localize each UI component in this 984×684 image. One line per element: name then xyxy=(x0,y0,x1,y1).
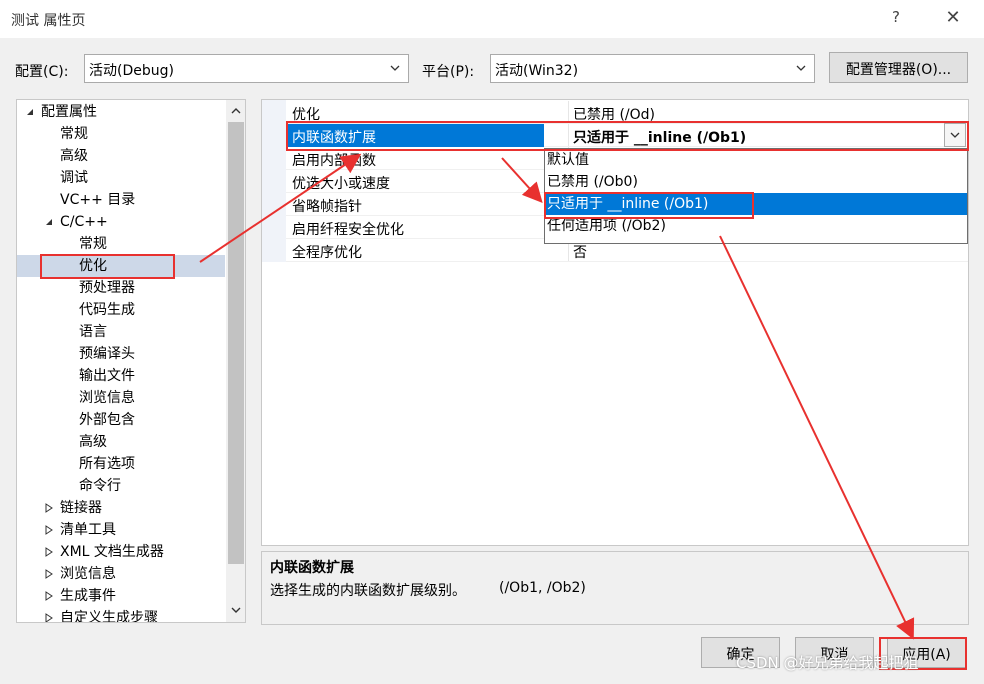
tree-item[interactable]: 浏览信息 xyxy=(17,563,225,585)
property-name: 省略帧指针 xyxy=(292,199,362,215)
tree-scrollbar[interactable] xyxy=(226,100,245,622)
collapsed-triangle-icon[interactable] xyxy=(44,569,54,579)
tree-item[interactable]: 外部包含 xyxy=(17,409,225,431)
tree-item[interactable]: C/C++ xyxy=(17,211,225,233)
tree-item[interactable]: 常规 xyxy=(17,123,225,145)
tree-item-label: VC++ 目录 xyxy=(60,192,136,208)
annotation-box-tree-optimization xyxy=(40,254,175,279)
platform-label: 平台(P): xyxy=(422,64,475,80)
help-button[interactable]: ? xyxy=(886,8,906,30)
platform-select-value: 活动(Win32) xyxy=(495,63,579,79)
chevron-down-icon xyxy=(796,65,806,71)
tree-item[interactable]: 所有选项 xyxy=(17,453,225,475)
annotation-box-inline-row xyxy=(286,121,969,151)
tree-item-label: 配置属性 xyxy=(41,104,97,120)
tree-item-label: 命令行 xyxy=(79,478,121,494)
close-button[interactable]: ✕ xyxy=(940,7,966,31)
property-value[interactable]: 否 xyxy=(573,242,587,262)
dropdown-option[interactable]: 默认值 xyxy=(545,149,967,171)
tree-item[interactable]: 配置属性 xyxy=(17,101,225,123)
collapsed-triangle-icon[interactable] xyxy=(44,547,54,557)
tree-item[interactable]: 代码生成 xyxy=(17,299,225,321)
tree-item[interactable]: 调试 xyxy=(17,167,225,189)
tree-item[interactable]: 链接器 xyxy=(17,497,225,519)
config-manager-button[interactable]: 配置管理器(O)... xyxy=(829,52,968,83)
chevron-down-icon[interactable] xyxy=(231,605,241,615)
description-text: 选择生成的内联函数扩展级别。 xyxy=(270,583,466,599)
config-select-value: 活动(Debug) xyxy=(89,63,174,79)
tree-item-label: 代码生成 xyxy=(79,302,135,318)
tree-item-label: 常规 xyxy=(79,236,107,252)
tree-item-label: 浏览信息 xyxy=(79,390,135,406)
tree-item-label: XML 文档生成器 xyxy=(60,544,164,560)
collapsed-triangle-icon[interactable] xyxy=(44,591,54,601)
config-select[interactable]: 活动(Debug) xyxy=(84,54,409,83)
description-title: 内联函数扩展 xyxy=(270,560,354,576)
tree-item-label: 生成事件 xyxy=(60,588,116,604)
scrollbar-thumb[interactable] xyxy=(228,122,244,564)
tree-item[interactable]: 生成事件 xyxy=(17,585,225,607)
tree-item-label: 外部包含 xyxy=(79,412,135,428)
tree-item[interactable]: VC++ 目录 xyxy=(17,189,225,211)
collapsed-triangle-icon[interactable] xyxy=(44,503,54,513)
tree-item[interactable]: 高级 xyxy=(17,431,225,453)
config-manager-label: 配置管理器(O)... xyxy=(845,62,952,78)
tree-item[interactable]: 输出文件 xyxy=(17,365,225,387)
tree-item-label: 高级 xyxy=(60,148,88,164)
annotation-box-ob1-option xyxy=(544,192,754,219)
chevron-down-icon xyxy=(390,65,400,71)
description-switches: (/Ob1, /Ob2) xyxy=(499,580,586,596)
tree-item-label: 语言 xyxy=(79,324,107,340)
tree-item[interactable]: 命令行 xyxy=(17,475,225,497)
collapsed-triangle-icon[interactable] xyxy=(44,613,54,623)
property-name: 全程序优化 xyxy=(292,245,362,261)
tree-item-label: 调试 xyxy=(60,170,88,186)
expanded-triangle-icon[interactable] xyxy=(44,217,54,227)
tree-item-label: 链接器 xyxy=(60,500,102,516)
tree-item-label: 常规 xyxy=(60,126,88,142)
tree-item[interactable]: 清单工具 xyxy=(17,519,225,541)
tree-item[interactable]: XML 文档生成器 xyxy=(17,541,225,563)
watermark: CSDN @好兄弟给我起把狙 xyxy=(736,654,919,672)
tree-item[interactable]: 自定义生成步骤 xyxy=(17,607,225,623)
platform-select[interactable]: 活动(Win32) xyxy=(490,54,815,83)
property-name: 启用纤程安全优化 xyxy=(292,222,404,238)
tree-item-label: 输出文件 xyxy=(79,368,135,384)
tree-item[interactable]: 高级 xyxy=(17,145,225,167)
tree-item-label: 清单工具 xyxy=(60,522,116,538)
expanded-triangle-icon[interactable] xyxy=(25,107,35,117)
title-bar: 测试 属性页 ? ✕ xyxy=(0,0,984,38)
dropdown-option[interactable]: 已禁用 (/Ob0) xyxy=(545,171,967,193)
chevron-up-icon[interactable] xyxy=(231,106,241,116)
tree-item-label: 浏览信息 xyxy=(60,566,116,582)
tree-item[interactable]: 预编译头 xyxy=(17,343,225,365)
tree-item-label: 预处理器 xyxy=(79,280,135,296)
grid-gutter xyxy=(262,100,286,262)
tree-item[interactable]: 常规 xyxy=(17,233,225,255)
tree-item-label: 自定义生成步骤 xyxy=(60,610,158,623)
tree-item-label: C/C++ xyxy=(60,214,108,230)
window-title: 测试 属性页 xyxy=(11,13,86,29)
tree-item-label: 所有选项 xyxy=(79,456,135,472)
tree-item-label: 预编译头 xyxy=(79,346,135,362)
tree-item[interactable]: 浏览信息 xyxy=(17,387,225,409)
collapsed-triangle-icon[interactable] xyxy=(44,525,54,535)
config-label: 配置(C): xyxy=(15,64,69,80)
column-divider xyxy=(568,101,569,123)
property-tree[interactable]: 配置属性 常规 高级 调试 VC++ 目录 C/C++ 常规 优化 预处理器 代码生成 语言 预编译头… xyxy=(16,99,246,623)
tree-item-label: 高级 xyxy=(79,434,107,450)
tree-item[interactable]: 语言 xyxy=(17,321,225,343)
tree-item[interactable]: 预处理器 xyxy=(17,277,225,299)
property-name: 优选大小或速度 xyxy=(292,176,390,192)
property-name: 启用内部函数 xyxy=(292,153,376,169)
description-panel: 内联函数扩展 选择生成的内联函数扩展级别。 (/Ob1, /Ob2) xyxy=(261,551,969,625)
